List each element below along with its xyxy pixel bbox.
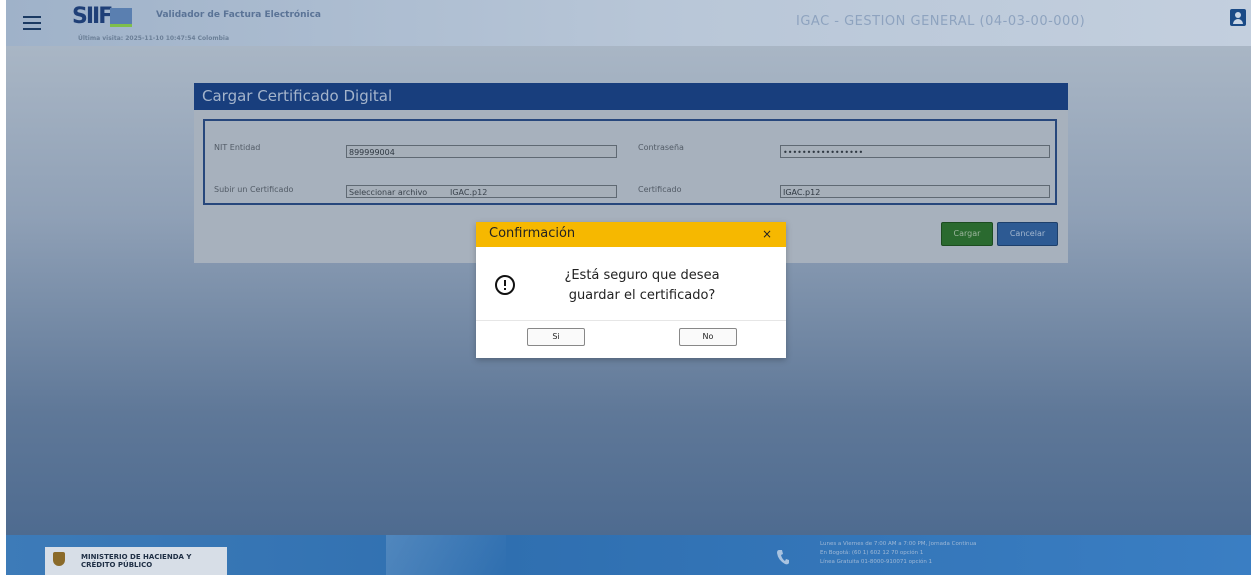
certificate-label: Certificado <box>638 185 682 194</box>
siif-logo: SIIF <box>72 4 132 33</box>
app-title: Validador de Factura Electrónica <box>156 10 321 20</box>
free-line: Línea Gratuita 01-8000-910071 opción 1 <box>820 559 933 565</box>
close-icon[interactable]: × <box>762 227 772 241</box>
ministry-line2: CRÉDITO PÚBLICO <box>81 561 153 569</box>
logo-graph-icon <box>110 8 132 27</box>
phone-icon <box>776 549 790 565</box>
alert-circle-icon <box>495 275 515 295</box>
contact-info: Lunes a Viernes de 7:00 AM a 7:00 PM, Jo… <box>820 540 976 567</box>
certificate-input[interactable]: IGAC.p12 <box>780 185 1050 198</box>
no-button[interactable]: No <box>679 328 737 346</box>
dialog-header: Confirmación × <box>476 222 786 247</box>
choose-file-button[interactable]: Seleccionar archivo <box>349 188 427 197</box>
password-input[interactable]: ••••••••••••••••• <box>780 145 1050 158</box>
upload-label: Subir un Certificado <box>214 185 294 194</box>
top-header: SIIF Validador de Factura Electrónica Úl… <box>6 0 1251 46</box>
last-visit-text: Última visita: 2025-11-10 10:47:54 Colom… <box>78 35 230 42</box>
nit-label: NIT Entidad <box>214 143 261 152</box>
footer: MINISTERIO DE HACIENDA Y CRÉDITO PÚBLICO… <box>6 535 1251 575</box>
user-icon[interactable] <box>1230 9 1246 26</box>
menu-icon[interactable] <box>23 12 41 32</box>
cargar-button[interactable]: Cargar <box>941 222 993 246</box>
card-title-bar: Cargar Certificado Digital <box>194 83 1068 110</box>
footer-decoration <box>386 535 506 575</box>
logo-text: SIIF <box>72 4 113 29</box>
password-label: Contraseña <box>638 143 684 152</box>
file-upload-input[interactable]: Seleccionar archivo IGAC.p12 <box>346 185 617 198</box>
cancelar-button[interactable]: Cancelar <box>997 222 1058 246</box>
ministry-logo: MINISTERIO DE HACIENDA Y CRÉDITO PÚBLICO <box>45 547 227 575</box>
ministry-line1: MINISTERIO DE HACIENDA Y <box>81 553 192 561</box>
coat-of-arms-icon <box>53 552 65 566</box>
dialog-message: ¿Está seguro que desea guardar el certif… <box>542 266 742 306</box>
card-title: Cargar Certificado Digital <box>202 87 393 105</box>
confirmation-dialog: Confirmación × ¿Está seguro que desea gu… <box>476 222 786 358</box>
nit-input[interactable]: 899999004 <box>346 145 617 158</box>
bogota-phone: En Bogotá: (60 1) 602 12 70 opción 1 <box>820 550 924 556</box>
yes-button[interactable]: Si <box>527 328 585 346</box>
certificate-form: NIT Entidad 899999004 Contraseña •••••••… <box>203 119 1057 205</box>
office-hours: Lunes a Viernes de 7:00 AM a 7:00 PM, Jo… <box>820 541 977 547</box>
selected-file-name: IGAC.p12 <box>450 188 488 197</box>
ministry-name: MINISTERIO DE HACIENDA Y CRÉDITO PÚBLICO <box>81 553 191 569</box>
dialog-divider <box>476 320 786 321</box>
dialog-message-line2: guardar el certificado? <box>568 288 716 303</box>
dialog-message-line1: ¿Está seguro que desea <box>564 268 720 283</box>
entity-name: IGAC - GESTION GENERAL (04-03-00-000) <box>796 14 1086 29</box>
dialog-title: Confirmación <box>489 226 576 241</box>
